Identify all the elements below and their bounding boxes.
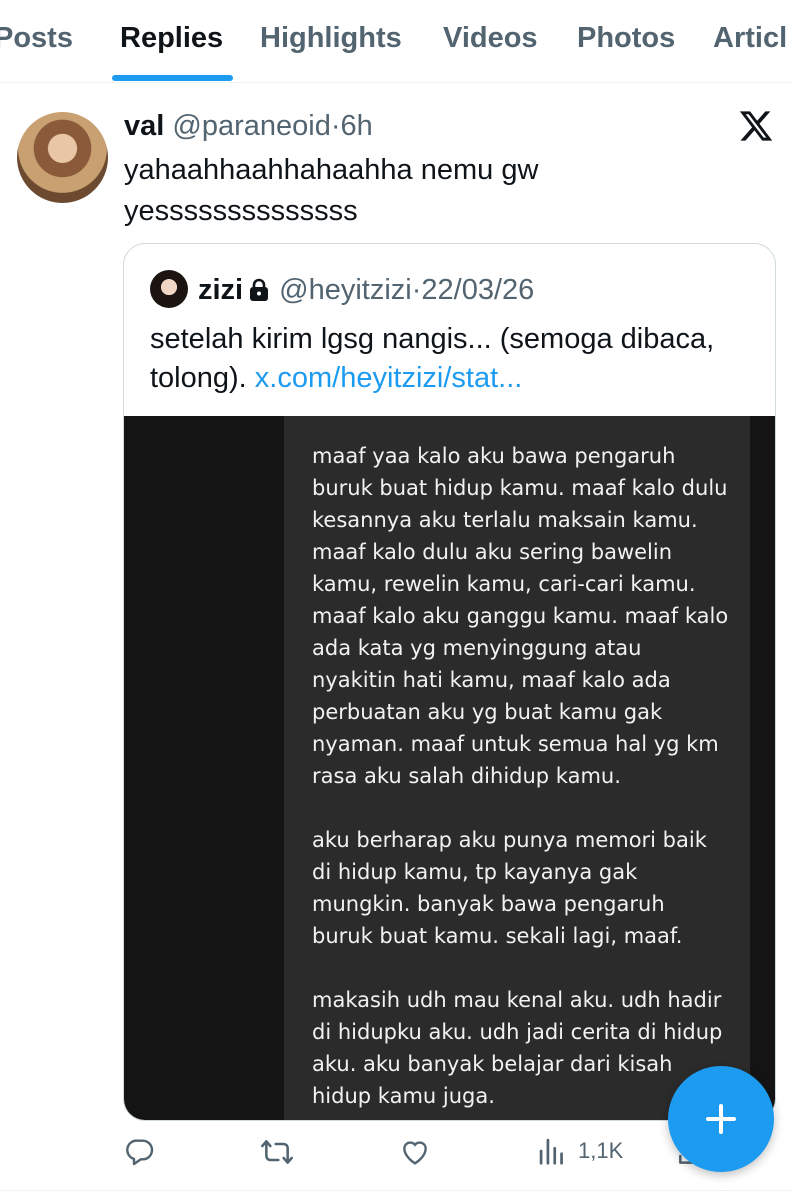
tab-highlights[interactable]: Highlights: [260, 22, 402, 55]
note-paragraph-3: makasih udh mau kenal aku. udh hadir di …: [312, 988, 723, 1108]
repost-icon: [259, 1136, 295, 1168]
tab-photos[interactable]: Photos: [577, 22, 675, 55]
reply-button[interactable]: [124, 1136, 156, 1168]
like-button[interactable]: [398, 1136, 432, 1168]
quoted-author-handle: @heyitzizi: [279, 274, 412, 306]
tab-videos[interactable]: Videos: [443, 22, 538, 55]
reply-icon: [124, 1136, 156, 1168]
tab-replies[interactable]: Replies: [120, 22, 223, 55]
screenshot-note-panel: maaf yaa kalo aku bawa pengaruh buruk bu…: [284, 416, 750, 1120]
views-count: 1,1K: [578, 1138, 624, 1163]
quoted-post-link[interactable]: x.com/heyitzizi/stat...: [255, 362, 523, 394]
views-button[interactable]: 1,1K: [538, 1136, 623, 1166]
note-paragraph-1: maaf yaa kalo aku bawa pengaruh buruk bu…: [312, 444, 729, 788]
divider: [0, 1190, 792, 1191]
lock-icon: [249, 277, 269, 310]
tab-posts[interactable]: Posts: [0, 22, 73, 55]
quoted-author-name: zizi: [198, 274, 244, 306]
meta-separator: ·: [411, 274, 422, 306]
quoted-post-date: 22/03/26: [421, 274, 535, 306]
meta-separator: ·: [330, 110, 341, 142]
heart-icon: [398, 1136, 432, 1168]
active-tab-indicator: [112, 75, 233, 81]
post-text: yahaahhaahhahaahha nemu gw yesssssssssss…: [124, 154, 539, 227]
quoted-post[interactable]: zizi @heyitzizi·22/03/26 setelah kirim lg…: [123, 243, 776, 1121]
author-handle[interactable]: @paraneoid: [172, 110, 330, 142]
views-bar-chart-icon: [538, 1136, 566, 1166]
post-time[interactable]: 6h: [341, 110, 373, 142]
post-author: val @paraneoid·6h: [124, 110, 373, 143]
compose-post-button[interactable]: [668, 1066, 774, 1172]
author-name[interactable]: val: [124, 110, 164, 142]
tab-articles[interactable]: Articl: [713, 22, 787, 55]
repost-button[interactable]: [259, 1136, 295, 1168]
quoted-image[interactable]: maaf yaa kalo aku bawa pengaruh buruk bu…: [124, 416, 775, 1120]
note-paragraph-2: aku berharap aku punya memori baik di hi…: [312, 828, 707, 948]
profile-tabs: Posts Replies Highlights Videos Photos A…: [0, 0, 792, 83]
quoted-avatar: [150, 270, 188, 308]
avatar[interactable]: [17, 112, 108, 203]
quoted-author: zizi @heyitzizi·22/03/26: [198, 274, 534, 310]
x-logo-icon: [738, 108, 774, 144]
quoted-post-text: setelah kirim lgsg nangis... (semoga dib…: [150, 320, 750, 398]
